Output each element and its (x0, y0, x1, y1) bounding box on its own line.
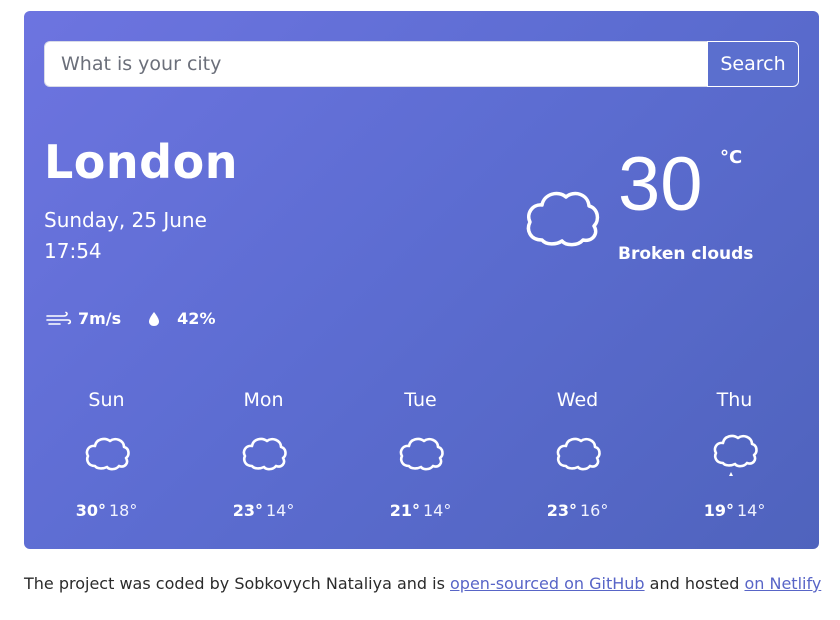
wind-speed: 7m/s (78, 309, 122, 328)
forecast-day: Mon 23° 14° (185, 389, 342, 521)
current-temperature: 30 (618, 142, 703, 227)
footer: The project was coded by Sobkovych Natal… (24, 574, 821, 593)
forecast-day: Thu 19° 14° (656, 389, 813, 521)
forecast-day: Wed 23° 16° (499, 389, 656, 521)
footer-text: The project was coded by Sobkovych Natal… (24, 574, 451, 593)
forecast-max-temp: 23° (546, 501, 577, 520)
current-time: 17:54 (44, 239, 102, 263)
search-button[interactable]: Search (707, 41, 799, 87)
cloud-icon (242, 437, 287, 471)
current-weather-icon (522, 184, 602, 254)
humidity-drop-icon (149, 311, 160, 326)
cloud-icon (526, 191, 600, 247)
cloud-icon (85, 437, 130, 471)
forecast-max-temp: 21° (389, 501, 420, 520)
humidity-value: 42% (177, 309, 216, 328)
forecast-max-temp: 23° (232, 501, 263, 520)
forecast-day-name: Sun (88, 389, 125, 411)
forecast-day: Tue 21° 14° (342, 389, 499, 521)
forecast-day-name: Tue (404, 389, 437, 411)
forecast-min-temp: 14° (736, 501, 766, 520)
forecast-min-temp: 18° (108, 501, 138, 520)
temperature-unit: °C (720, 147, 743, 168)
cloud-icon (556, 437, 601, 471)
search-form: Search (44, 41, 799, 87)
forecast-min-temp: 14° (422, 501, 452, 520)
footer-text: and hosted (644, 574, 745, 593)
github-link[interactable]: open-sourced on GitHub (450, 574, 645, 593)
forecast-day-name: Mon (243, 389, 284, 411)
forecast-min-temp: 16° (579, 501, 609, 520)
forecast-day: Sun 30° 18° (28, 389, 185, 521)
forecast-day-name: Thu (716, 389, 753, 411)
wind-icon (46, 311, 72, 325)
city-name: London (44, 135, 238, 189)
current-date: Sunday, 25 June (44, 208, 207, 232)
wind-stat: 7m/s (46, 309, 121, 328)
humidity-stat: 42% (147, 309, 215, 328)
forecast-day-name: Wed (556, 389, 599, 411)
forecast: Sun 30° 18° Mon 23° 14° Tue 21° 14° Wed … (28, 389, 815, 521)
forecast-max-temp: 19° (703, 501, 734, 520)
rain-cloud-icon (713, 434, 758, 476)
cloud-icon (399, 437, 444, 471)
current-stats: 7m/s 42% (46, 309, 215, 328)
netlify-link[interactable]: on Netlify (744, 574, 821, 593)
weather-card: Search London Sunday, 25 June 17:54 7m/s… (24, 11, 819, 549)
forecast-min-temp: 14° (265, 501, 295, 520)
forecast-max-temp: 30° (75, 501, 106, 520)
weather-description: Broken clouds (618, 244, 754, 264)
city-search-input[interactable] (44, 41, 707, 87)
